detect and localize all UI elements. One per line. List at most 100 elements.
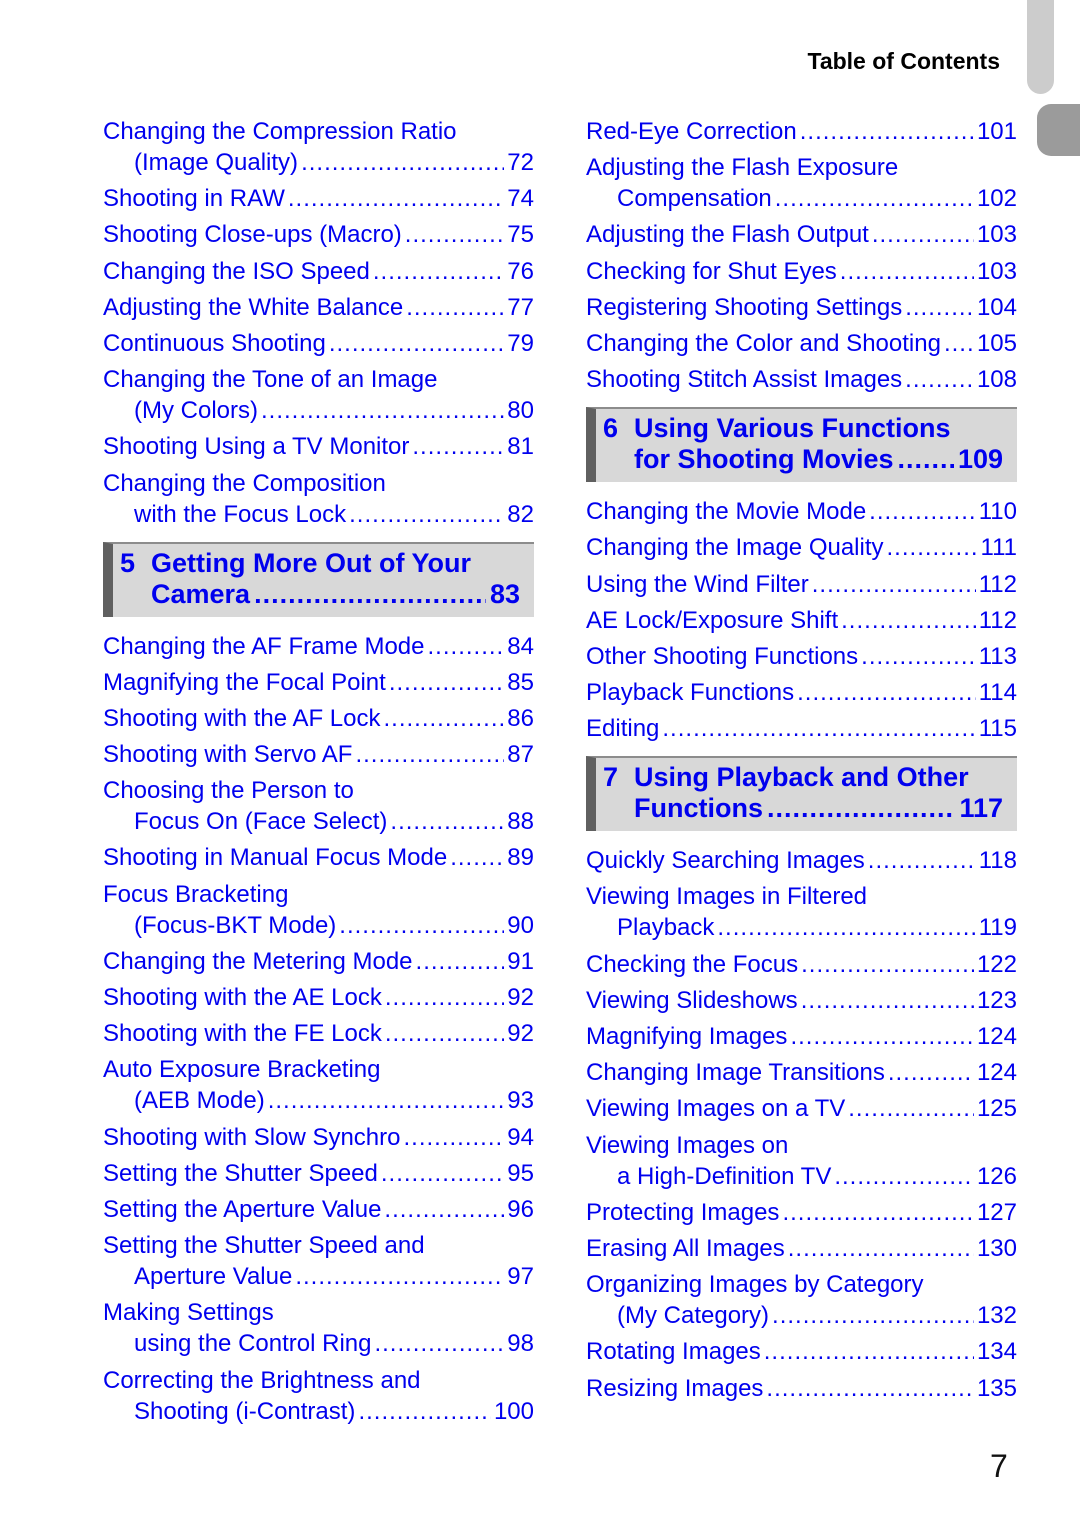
toc-entry-title-continued: Compensation (617, 185, 772, 213)
toc-entry-line: Shooting with Servo AF 87 (103, 739, 534, 770)
toc-entry-link[interactable]: Changing the AF Frame Mode 84 (103, 631, 534, 662)
toc-entry-link[interactable]: Shooting with Servo AF 87 (103, 739, 534, 770)
toc-entry-link[interactable]: Shooting with the AF Lock 86 (103, 703, 534, 734)
toc-entry-link[interactable]: Viewing Slideshows 123 (586, 985, 1017, 1016)
toc-entry-link[interactable]: Rotating Images 134 (586, 1336, 1017, 1367)
toc-entry-link[interactable]: Resizing Images 135 (586, 1373, 1017, 1404)
toc-entry-title-continued: Playback (617, 914, 715, 942)
toc-entry-line: Rotating Images 134 (586, 1336, 1017, 1367)
toc-entry-line: Viewing Images on a TV 125 (586, 1093, 1017, 1124)
toc-entry-title: Adjusting the White Balance (103, 293, 404, 321)
toc-entry-link[interactable]: Choosing the Person to Focus On (Face Sel… (103, 775, 534, 837)
section-title: Table of Contents (807, 48, 1000, 74)
toc-entry-line: Adjusting the Flash Exposure (586, 152, 1017, 183)
toc-page-number: 130 (976, 1234, 1017, 1262)
toc-entry-link[interactable]: Focus Bracketing (Focus-BKT Mode) 90 (103, 879, 534, 941)
dot-leader (766, 1373, 974, 1404)
toc-entry-link[interactable]: Other Shooting Functions 113 (586, 641, 1017, 672)
toc-entry-link[interactable]: Red-Eye Correction 101 (586, 116, 1017, 147)
dot-leader (288, 183, 504, 214)
chapter-heading[interactable]: 7 Using Playback and OtherFunctions 117 (586, 756, 1017, 832)
dot-leader (339, 910, 504, 941)
toc-entry-link[interactable]: Playback Functions 114 (586, 677, 1017, 708)
dot-leader (772, 1300, 974, 1331)
toc-entry-line: Adjusting the Flash Output 103 (586, 219, 1017, 250)
toc-entry-link[interactable]: Changing the Movie Mode 110 (586, 496, 1017, 527)
toc-page-number: 86 (507, 704, 534, 732)
toc-entry-line: Continuous Shooting 79 (103, 328, 534, 359)
toc-entry-link[interactable]: Setting the Aperture Value 96 (103, 1194, 534, 1225)
toc-entry-link[interactable]: Shooting in RAW 74 (103, 183, 534, 214)
chapter-heading[interactable]: 6 Using Various Functions for Shooting Mov… (586, 407, 1017, 483)
toc-entry-link[interactable]: Checking the Focus 122 (586, 949, 1017, 980)
dot-leader (840, 256, 974, 287)
toc-entry-link[interactable]: Magnifying Images 124 (586, 1021, 1017, 1052)
toc-entry-link[interactable]: Changing the Image Quality 111 (586, 532, 1017, 563)
toc-entry-title: Shooting Close-ups (Macro) (103, 221, 402, 249)
toc-entry-link[interactable]: Adjusting the Flash Output 103 (586, 219, 1017, 250)
toc-entry-link[interactable]: Magnifying the Focal Point 85 (103, 667, 534, 698)
toc-entry-link[interactable]: Adjusting the Flash Exposure Compensation… (586, 152, 1017, 214)
toc-entry-line: Focus On (Face Select) 88 (103, 806, 534, 837)
toc-entry-line: Shooting with Slow Synchro 94 (103, 1122, 534, 1153)
toc-entry-line: Making Settings (103, 1297, 534, 1328)
toc-entry-link[interactable]: Protecting Images 127 (586, 1197, 1017, 1228)
toc-entry-link[interactable]: Changing the Compression Ratio (Image Qua… (103, 116, 534, 178)
toc-entry-link[interactable]: Shooting Using a TV Monitor 81 (103, 431, 534, 462)
dot-leader (254, 579, 486, 610)
toc-entry-line: Aperture Value 97 (103, 1261, 534, 1292)
toc-entry-link[interactable]: Changing the Composition with the Focus L… (103, 468, 534, 530)
toc-entry-link[interactable]: AE Lock/Exposure Shift 112 (586, 605, 1017, 636)
toc-entry-link[interactable]: Shooting with Slow Synchro 94 (103, 1122, 534, 1153)
toc-entry-link[interactable]: Continuous Shooting 79 (103, 328, 534, 359)
toc-entry-link[interactable]: Viewing Images on a High-Definition TV 126 (586, 1130, 1017, 1192)
toc-entry-link[interactable]: Setting the Shutter Speed and Aperture Va… (103, 1230, 534, 1292)
toc-entry-link[interactable]: Viewing Images on a TV 125 (586, 1093, 1017, 1124)
toc-entry-link[interactable]: Registering Shooting Settings 104 (586, 292, 1017, 323)
toc-entry-link[interactable]: Adjusting the White Balance 77 (103, 292, 534, 323)
chapter-heading-line: 5 Getting More Out of Your (120, 548, 520, 579)
toc-entry-link[interactable]: Setting the Shutter Speed 95 (103, 1158, 534, 1189)
toc-entry-line: (Focus-BKT Mode) 90 (103, 910, 534, 941)
toc-entry-line: Setting the Aperture Value 96 (103, 1194, 534, 1225)
dot-leader (800, 116, 974, 147)
toc-entry-link[interactable]: Correcting the Brightness and Shooting (i… (103, 1365, 534, 1427)
toc-entry-link[interactable]: Making Settings using the Control Ring 98 (103, 1297, 534, 1359)
toc-entry-link[interactable]: Editing 115 (586, 713, 1017, 744)
toc-entry-line: Changing the AF Frame Mode 84 (103, 631, 534, 662)
toc-entry-link[interactable]: Shooting Close-ups (Macro) 75 (103, 219, 534, 250)
toc-entry-title: Focus Bracketing (103, 880, 289, 908)
toc-entry-link[interactable]: Changing the Color and Shooting 105 (586, 328, 1017, 359)
toc-entry-link[interactable]: Checking for Shut Eyes 103 (586, 256, 1017, 287)
dot-leader (868, 845, 976, 876)
toc-entry-link[interactable]: Changing the ISO Speed 76 (103, 256, 534, 287)
toc-entry-link[interactable]: Changing the Metering Mode 91 (103, 946, 534, 977)
toc-entry-title: Magnifying Images (586, 1023, 788, 1050)
toc-entry-line: Changing the Image Quality 111 (586, 532, 1017, 563)
toc-entry-title: Viewing Images on a TV (586, 1095, 846, 1123)
toc-entry-title: Adjusting the Flash Exposure (586, 154, 899, 182)
toc-page-number: 114 (978, 679, 1017, 707)
toc-entry-link[interactable]: Shooting with the FE Lock 92 (103, 1018, 534, 1049)
toc-entry-link[interactable]: Using the Wind Filter 112 (586, 569, 1017, 600)
dot-leader (764, 1336, 974, 1367)
toc-entry-link[interactable]: Quickly Searching Images 118 (586, 845, 1017, 876)
toc-right-column: Red-Eye Correction 101 Adjusting the Flash… (586, 116, 1017, 1409)
toc-entry-link[interactable]: Changing the Tone of an Image (My Colors)… (103, 364, 534, 426)
dot-leader (944, 328, 974, 359)
toc-entry-line: with the Focus Lock 82 (103, 499, 534, 530)
toc-entry-link[interactable]: Viewing Images in Filtered Playback 119 (586, 881, 1017, 943)
toc-entry-title-continued: using the Control Ring (134, 1330, 372, 1358)
toc-entry-line: Shooting Stitch Assist Images 108 (586, 364, 1017, 395)
toc-entry-link[interactable]: Organizing Images by Category (My Categor… (586, 1269, 1017, 1331)
toc-entry-line: Setting the Shutter Speed 95 (103, 1158, 534, 1189)
chapter-heading[interactable]: 5 Getting More Out of YourCamera 83 (103, 541, 534, 617)
toc-entry-title: Checking the Focus (586, 950, 799, 978)
toc-entry-link[interactable]: Shooting Stitch Assist Images 108 (586, 364, 1017, 395)
toc-entry-link[interactable]: Shooting in Manual Focus Mode 89 (103, 842, 534, 873)
toc-entry-link[interactable]: Auto Exposure Bracketing (AEB Mode) 93 (103, 1054, 534, 1116)
toc-entry-link[interactable]: Shooting with the AE Lock 92 (103, 982, 534, 1013)
dot-leader (412, 431, 504, 462)
toc-entry-link[interactable]: Erasing All Images 130 (586, 1233, 1017, 1264)
toc-entry-link[interactable]: Changing Image Transitions 124 (586, 1057, 1017, 1088)
